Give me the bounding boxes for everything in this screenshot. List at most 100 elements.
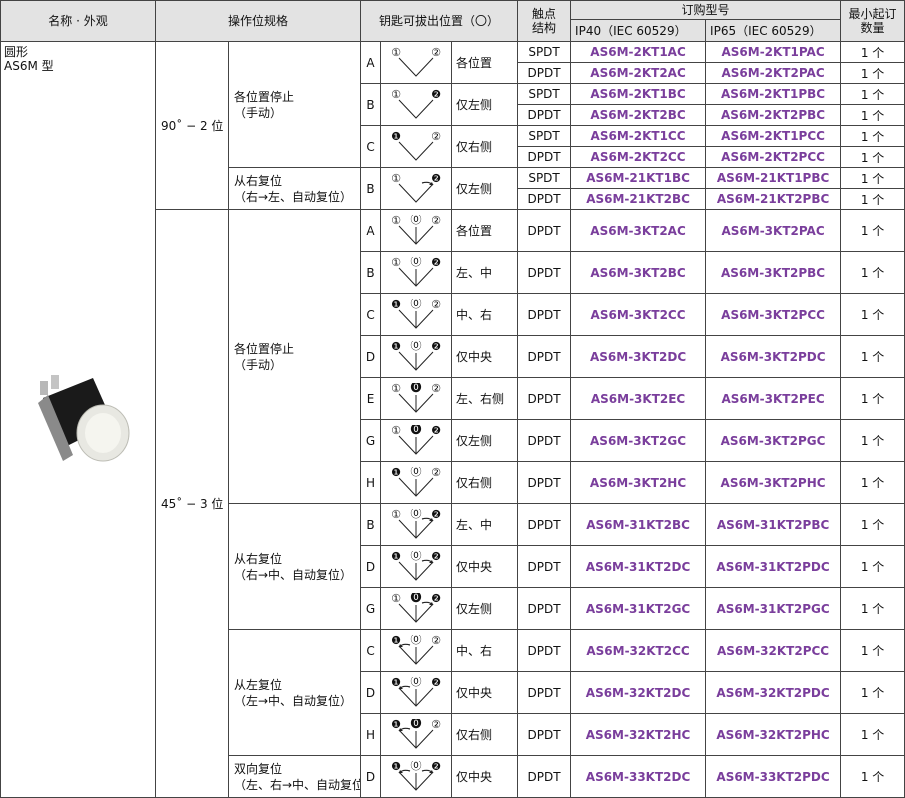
- model-ip40: AS6M-32KT2CC: [570, 629, 707, 672]
- position-marker: ⓪: [411, 635, 422, 646]
- operation-group: 各位置停止 （手动）: [227, 209, 362, 504]
- operation-group: 双向复位（左、右→中、自动复位）: [227, 755, 362, 798]
- model-ip65: AS6M-2KT2PAC: [705, 62, 842, 84]
- key-position-diagram: ①⓪❷: [391, 257, 441, 287]
- contact-type: DPDT: [517, 188, 572, 210]
- model-ip40: AS6M-2KT1CC: [570, 125, 707, 147]
- removable-position: 各位置: [451, 41, 519, 84]
- position-marker: ⓪: [411, 257, 422, 268]
- model-ip40: AS6M-3KT2EC: [570, 377, 707, 420]
- position-marker: ❷: [431, 593, 441, 605]
- key-v-lines: [398, 141, 434, 161]
- removable-position: 仅中央: [451, 335, 519, 378]
- key-diagram-cell: ❶⓪②: [380, 293, 453, 336]
- key-diagram-cell: ①❷: [380, 83, 453, 126]
- position-code: A: [360, 209, 382, 252]
- key-position-diagram: ①②: [391, 47, 441, 77]
- position-marker: ⓪: [411, 677, 422, 688]
- position-code: G: [360, 419, 382, 462]
- model-ip65: AS6M-3KT2PAC: [705, 209, 842, 252]
- key-diagram-cell: ❶⓪②: [380, 461, 453, 504]
- header-order-model: 订购型号: [570, 0, 842, 20]
- model-ip40: AS6M-3KT2DC: [570, 335, 707, 378]
- contact-type: DPDT: [517, 104, 572, 126]
- operation-group-title: 各位置停止: [234, 89, 295, 104]
- contact-type: DPDT: [517, 671, 572, 714]
- contact-type: DPDT: [517, 545, 572, 588]
- min-order-qty: 1 个: [840, 545, 905, 588]
- min-order-qty: 1 个: [840, 104, 905, 126]
- key-cap-face: [85, 413, 121, 453]
- model-ip65: AS6M-2KT2PBC: [705, 104, 842, 126]
- key-position-diagram: ❶⓪❷: [391, 551, 441, 581]
- model-ip40: AS6M-31KT2BC: [570, 503, 707, 546]
- min-order-qty: 1 个: [840, 629, 905, 672]
- contact-type: DPDT: [517, 629, 572, 672]
- model-ip40: AS6M-2KT2CC: [570, 146, 707, 168]
- header-op-spec: 操作位规格: [154, 0, 362, 42]
- model-ip40: AS6M-2KT1AC: [570, 41, 707, 63]
- contact-type: DPDT: [517, 251, 572, 294]
- position-marker: ⓿: [411, 383, 422, 394]
- contact-type: DPDT: [517, 419, 572, 462]
- model-ip65: AS6M-2KT2PCC: [705, 146, 842, 168]
- operation-group-title: 各位置停止: [234, 341, 295, 356]
- min-order-qty: 1 个: [840, 188, 905, 210]
- removable-position: 仅左侧: [451, 167, 519, 210]
- min-order-qty: 1 个: [840, 62, 905, 84]
- model-ip65: AS6M-2KT1PCC: [705, 125, 842, 147]
- key-position-diagram: ①❷: [391, 173, 441, 203]
- model-ip40: AS6M-31KT2DC: [570, 545, 707, 588]
- order-table: 名称 · 外观 操作位规格 钥匙可拔出位置（〇） 触点 结构 订购型号 最小起订…: [0, 0, 905, 798]
- model-ip65: AS6M-21KT1PBC: [705, 167, 842, 189]
- position-marker: ⓪: [411, 215, 422, 226]
- position-marker: ⓪: [411, 551, 422, 562]
- model-ip65: AS6M-2KT1PAC: [705, 41, 842, 63]
- position-code: B: [360, 503, 382, 546]
- key-position-diagram: ❶⓪②: [391, 635, 441, 665]
- key-diagram-cell: ❶⓿②: [380, 713, 453, 756]
- key-position-diagram: ①⓿②: [391, 383, 441, 413]
- key-diagram-cell: ①⓿②: [380, 377, 453, 420]
- key-position-diagram: ①⓿❷: [391, 425, 441, 455]
- min-order-qty: 1 个: [840, 377, 905, 420]
- position-code: A: [360, 41, 382, 84]
- contact-type: DPDT: [517, 209, 572, 252]
- operation-group-title: 从右复位: [234, 173, 283, 188]
- model-ip40: AS6M-31KT2GC: [570, 587, 707, 630]
- key-diagram-cell: ❶⓪②: [380, 629, 453, 672]
- contact-type: SPDT: [517, 167, 572, 189]
- key-diagram-cell: ①②: [380, 41, 453, 84]
- header-contact: 触点 结构: [517, 0, 572, 42]
- model-ip65: AS6M-32KT2PDC: [705, 671, 842, 714]
- removable-position: 仅左侧: [451, 587, 519, 630]
- removable-position: 仅右侧: [451, 713, 519, 756]
- position-marker: ⓿: [411, 425, 422, 436]
- model-ip40: AS6M-3KT2GC: [570, 419, 707, 462]
- position-marker: ①: [391, 383, 401, 395]
- model-ip40: AS6M-2KT2AC: [570, 62, 707, 84]
- min-order-qty: 1 个: [840, 419, 905, 462]
- operation-group: 从右复位 （右→左、自动复位）: [227, 167, 362, 210]
- header-name: 名称 · 外观: [0, 0, 156, 42]
- key-position-diagram: ❶⓿②: [391, 719, 441, 749]
- position-marker: ②: [431, 719, 441, 731]
- model-ip65: AS6M-21KT2PBC: [705, 188, 842, 210]
- position-marker: ②: [431, 635, 441, 647]
- removable-position: 左、中: [451, 503, 519, 546]
- position-marker: ①: [391, 509, 401, 521]
- angle-45: 45˚ − 3 位: [155, 209, 229, 798]
- model-ip40: AS6M-32KT2HC: [570, 713, 707, 756]
- position-code: B: [360, 83, 382, 126]
- min-order-qty: 1 个: [840, 461, 905, 504]
- contact-type: SPDT: [517, 125, 572, 147]
- position-code: B: [360, 167, 382, 210]
- position-code: E: [360, 377, 382, 420]
- position-marker: ⓪: [411, 341, 422, 352]
- contact-type: DPDT: [517, 377, 572, 420]
- position-marker: ❶: [391, 551, 401, 563]
- position-marker: ⓪: [411, 761, 422, 772]
- operation-group: 各位置停止 （手动）: [227, 41, 362, 168]
- key-position-diagram: ①⓿❷: [391, 593, 441, 623]
- removable-position: 中、右: [451, 629, 519, 672]
